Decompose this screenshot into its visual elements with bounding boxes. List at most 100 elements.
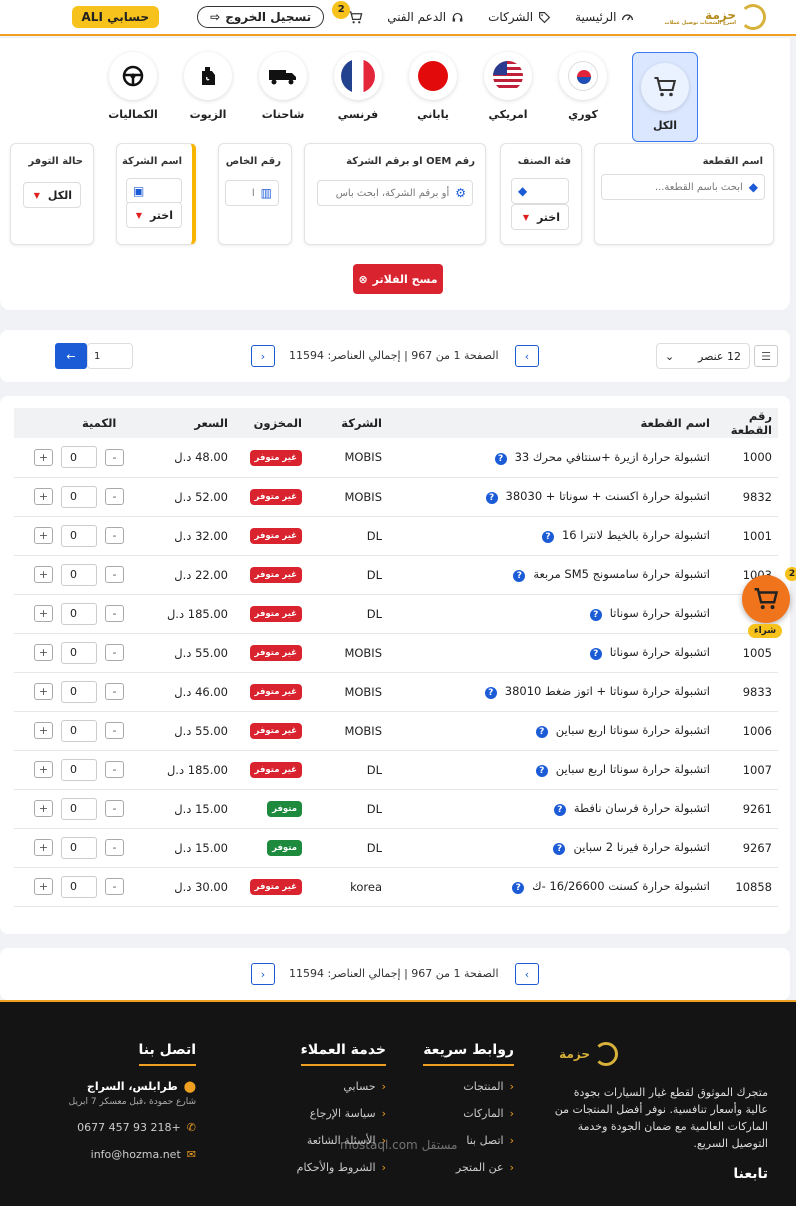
decrement-button[interactable]: - [105,566,124,583]
decrement-button[interactable]: - [105,683,124,700]
goto-page-input[interactable]: 1 [87,343,133,369]
quantity-input[interactable]: 0 [61,563,97,586]
increment-button[interactable]: + [34,644,53,661]
decrement-button[interactable]: - [105,761,124,778]
nav-support[interactable]: الدعم الفني [387,10,464,24]
increment-button[interactable]: + [34,839,53,856]
quantity-input[interactable]: 0 [61,524,97,547]
increment-button[interactable]: + [34,761,53,778]
footer-link-brands[interactable]: ‹ الماركات [404,1107,514,1120]
category-all[interactable]: الكل [632,52,698,142]
info-icon[interactable]: ? [512,882,525,894]
increment-button[interactable]: + [34,448,53,466]
category-accessories[interactable]: الكماليات [107,52,159,142]
info-icon[interactable]: ? [513,570,526,582]
brand-logo[interactable]: حزمة اسرع الشحنات توصيل عملات [664,4,766,30]
footer-link-account[interactable]: ‹ حسابي [276,1080,386,1093]
quantity-input[interactable]: 0 [61,602,97,625]
quantity-input[interactable]: 0 [61,485,97,508]
contact-email[interactable]: ✉ info@hozma.net [26,1148,196,1161]
quantity-input[interactable]: 0 [61,680,97,703]
france-flag-icon [341,59,375,93]
category-korean[interactable]: كوري [557,52,609,142]
goto-page-button[interactable]: ← [55,343,87,369]
decrement-button[interactable]: - [105,839,124,856]
quantity-input[interactable]: 0 [61,641,97,664]
boxes-icon: ▣ [133,184,145,198]
logout-button[interactable]: تسجيل الخروج ⇨ [197,6,325,28]
decrement-button[interactable]: - [105,605,124,622]
part-name-input[interactable]: ◆ ابحث باسم القطعة... [601,174,765,200]
nav-companies[interactable]: الشركات [488,10,551,24]
increment-button[interactable]: + [34,566,53,583]
oem-input[interactable]: ⚙ أو برقم الشركة، ابحث باس [317,180,473,206]
account-button[interactable]: حسابي ALI [71,6,160,28]
increment-button[interactable]: + [34,878,53,895]
decrement-button[interactable]: - [105,722,124,739]
quantity-input[interactable]: 0 [61,797,97,820]
footer-link-terms[interactable]: ‹ الشروط والأحكام [276,1161,386,1174]
prev-page-button[interactable]: ‹ [251,345,275,367]
chevron-left-icon: ‹ [509,1134,514,1147]
decrement-button[interactable]: - [105,800,124,817]
increment-button[interactable]: + [34,488,53,505]
decrement-button[interactable]: - [105,644,124,661]
top-navbar: حزمة اسرع الشحنات توصيل عملات الرئيسية ا… [0,0,796,36]
increment-button[interactable]: + [34,527,53,544]
category-trucks[interactable]: شاحنات [257,52,309,142]
decrement-button[interactable]: - [105,878,124,895]
info-icon[interactable]: ? [553,843,566,855]
info-icon[interactable]: ? [589,609,602,621]
availability-select[interactable]: الكل ▼ [23,182,81,208]
prev-page-button[interactable]: ‹ [251,963,275,985]
footer-link-products[interactable]: ‹ المنتجات [404,1080,514,1093]
company: DL [308,516,388,556]
company: MOBIS [308,672,388,712]
decrement-button[interactable]: - [105,527,124,544]
category-select[interactable]: اختر ▼ [511,204,569,230]
increment-button[interactable]: + [34,683,53,700]
info-icon[interactable]: ? [485,492,498,504]
per-page-select[interactable]: 12 عنصر ⌄ [656,343,750,369]
company-select[interactable]: اختر ▼ [126,202,182,228]
part-name: اتشبولة حرارة فيرنا 2 سباين? [388,828,716,868]
footer-link-about[interactable]: ‹ عن المتجر [404,1161,514,1174]
info-icon[interactable]: ? [553,804,566,816]
category-oils[interactable]: الزيوت [182,52,234,142]
next-page-button[interactable]: › [515,345,539,367]
nav-home[interactable]: الرئيسية [575,10,634,24]
header-cart[interactable]: 2 [332,0,363,25]
decrement-button[interactable]: - [105,488,124,505]
category-japanese[interactable]: ياباني [407,52,459,142]
increment-button[interactable]: + [34,800,53,817]
floating-cart-button[interactable] [742,575,790,623]
info-icon[interactable]: ? [484,687,497,699]
info-icon[interactable]: ? [535,726,548,738]
chevron-left-icon: ‹ [509,1080,514,1093]
category-french[interactable]: فرنسي [332,52,384,142]
contact-phone[interactable]: ✆ 0677 457 93 218+ [26,1121,196,1134]
quantity-input[interactable]: 0 [61,719,97,742]
quantity-input[interactable]: 0 [61,446,97,469]
info-icon[interactable]: ? [494,452,507,465]
table-row: 9261 اتشبولة حرارة فرسان نافطة? DL متوفر 15.… [14,789,778,829]
category-american[interactable]: امريكي [482,52,534,142]
decrement-button[interactable]: - [105,448,124,466]
quantity-input[interactable]: 0 [61,836,97,859]
cart-icon [349,10,363,23]
info-icon[interactable]: ? [541,531,554,543]
info-icon[interactable]: ? [535,765,548,777]
chevron-left-icon: ‹ [381,1161,386,1174]
truck-icon [269,70,296,85]
footer-link-returns[interactable]: ‹ سياسة الإرجاع [276,1107,386,1120]
special-number-input[interactable]: ▥ ا [225,180,279,206]
next-page-button[interactable]: › [515,963,539,985]
settings-icon[interactable]: ☰ [754,345,778,367]
quantity-input[interactable]: 0 [61,758,97,781]
quantity-input[interactable]: 0 [61,875,97,898]
info-icon[interactable]: ? [589,648,602,660]
increment-button[interactable]: + [34,605,53,622]
clear-filters-button[interactable]: مسح الفلاتر ⊗ [353,264,443,294]
increment-button[interactable]: + [34,722,53,739]
part-number: 1005 [716,633,778,673]
